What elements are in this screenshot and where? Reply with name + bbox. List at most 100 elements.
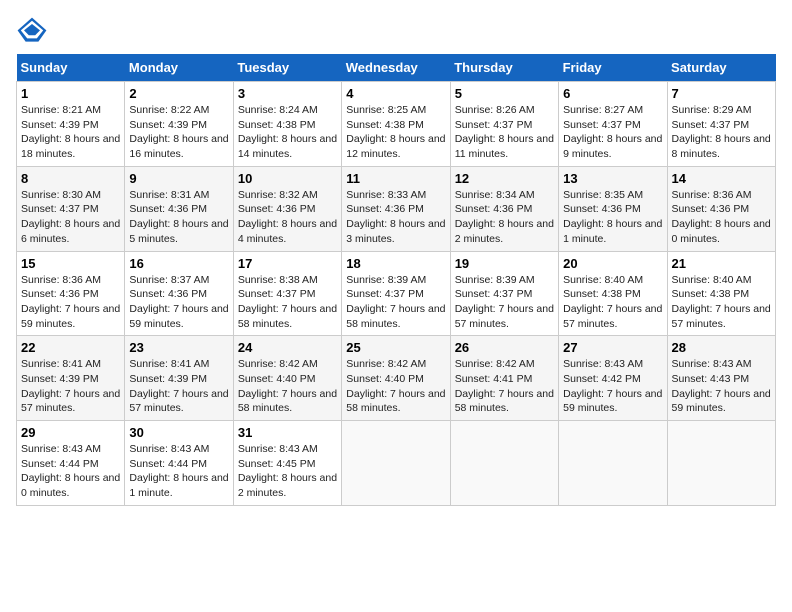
day-number: 24 <box>238 340 337 355</box>
day-header-saturday: Saturday <box>667 54 775 82</box>
calendar-cell <box>450 421 558 506</box>
day-number: 22 <box>21 340 120 355</box>
day-info: Sunrise: 8:29 AMSunset: 4:37 PMDaylight:… <box>672 103 771 162</box>
day-info: Sunrise: 8:22 AMSunset: 4:39 PMDaylight:… <box>129 103 228 162</box>
calendar-cell: 13 Sunrise: 8:35 AMSunset: 4:36 PMDayligh… <box>559 166 667 251</box>
day-number: 27 <box>563 340 662 355</box>
day-header-sunday: Sunday <box>17 54 125 82</box>
day-number: 18 <box>346 256 445 271</box>
day-number: 8 <box>21 171 120 186</box>
day-header-thursday: Thursday <box>450 54 558 82</box>
day-info: Sunrise: 8:31 AMSunset: 4:36 PMDaylight:… <box>129 188 228 247</box>
day-info: Sunrise: 8:35 AMSunset: 4:36 PMDaylight:… <box>563 188 662 247</box>
calendar-cell: 1 Sunrise: 8:21 AMSunset: 4:39 PMDaylight… <box>17 82 125 167</box>
day-info: Sunrise: 8:39 AMSunset: 4:37 PMDaylight:… <box>346 273 445 332</box>
day-number: 4 <box>346 86 445 101</box>
day-number: 30 <box>129 425 228 440</box>
calendar-week-4: 22 Sunrise: 8:41 AMSunset: 4:39 PMDayligh… <box>17 336 776 421</box>
day-info: Sunrise: 8:42 AMSunset: 4:41 PMDaylight:… <box>455 357 554 416</box>
day-number: 5 <box>455 86 554 101</box>
day-number: 12 <box>455 171 554 186</box>
day-number: 7 <box>672 86 771 101</box>
day-number: 11 <box>346 171 445 186</box>
calendar-cell: 31 Sunrise: 8:43 AMSunset: 4:45 PMDayligh… <box>233 421 341 506</box>
day-info: Sunrise: 8:43 AMSunset: 4:45 PMDaylight:… <box>238 442 337 501</box>
day-number: 14 <box>672 171 771 186</box>
calendar-cell: 23 Sunrise: 8:41 AMSunset: 4:39 PMDayligh… <box>125 336 233 421</box>
day-info: Sunrise: 8:36 AMSunset: 4:36 PMDaylight:… <box>21 273 120 332</box>
calendar-cell: 16Sunrise: 8:37 AMSunset: 4:36 PMDayligh… <box>125 251 233 336</box>
day-header-tuesday: Tuesday <box>233 54 341 82</box>
calendar-cell: 5 Sunrise: 8:26 AMSunset: 4:37 PMDaylight… <box>450 82 558 167</box>
calendar-cell: 20 Sunrise: 8:40 AMSunset: 4:38 PMDayligh… <box>559 251 667 336</box>
calendar-week-1: 1 Sunrise: 8:21 AMSunset: 4:39 PMDaylight… <box>17 82 776 167</box>
calendar-cell: 25Sunrise: 8:42 AMSunset: 4:40 PMDayligh… <box>342 336 450 421</box>
day-info: Sunrise: 8:40 AMSunset: 4:38 PMDaylight:… <box>563 273 662 332</box>
calendar-cell: 4 Sunrise: 8:25 AMSunset: 4:38 PMDaylight… <box>342 82 450 167</box>
calendar-cell: 21 Sunrise: 8:40 AMSunset: 4:38 PMDayligh… <box>667 251 775 336</box>
calendar-cell: 29Sunrise: 8:43 AMSunset: 4:44 PMDayligh… <box>17 421 125 506</box>
day-number: 28 <box>672 340 771 355</box>
day-info: Sunrise: 8:39 AMSunset: 4:37 PMDaylight:… <box>455 273 554 332</box>
calendar-cell: 12 Sunrise: 8:34 AMSunset: 4:36 PMDayligh… <box>450 166 558 251</box>
day-number: 13 <box>563 171 662 186</box>
day-info: Sunrise: 8:40 AMSunset: 4:38 PMDaylight:… <box>672 273 771 332</box>
calendar-cell <box>667 421 775 506</box>
day-number: 26 <box>455 340 554 355</box>
day-info: Sunrise: 8:34 AMSunset: 4:36 PMDaylight:… <box>455 188 554 247</box>
calendar-cell: 19 Sunrise: 8:39 AMSunset: 4:37 PMDayligh… <box>450 251 558 336</box>
day-info: Sunrise: 8:32 AMSunset: 4:36 PMDaylight:… <box>238 188 337 247</box>
day-number: 10 <box>238 171 337 186</box>
calendar-cell: 7 Sunrise: 8:29 AMSunset: 4:37 PMDaylight… <box>667 82 775 167</box>
calendar-cell: 11 Sunrise: 8:33 AMSunset: 4:36 PMDayligh… <box>342 166 450 251</box>
calendar-header-row: SundayMondayTuesdayWednesdayThursdayFrid… <box>17 54 776 82</box>
calendar-cell <box>342 421 450 506</box>
calendar-cell: 2 Sunrise: 8:22 AMSunset: 4:39 PMDaylight… <box>125 82 233 167</box>
calendar-cell: 9 Sunrise: 8:31 AMSunset: 4:36 PMDaylight… <box>125 166 233 251</box>
day-info: Sunrise: 8:43 AMSunset: 4:43 PMDaylight:… <box>672 357 771 416</box>
day-info: Sunrise: 8:43 AMSunset: 4:44 PMDaylight:… <box>129 442 228 501</box>
day-number: 20 <box>563 256 662 271</box>
logo <box>16 16 52 44</box>
calendar-cell: 15 Sunrise: 8:36 AMSunset: 4:36 PMDayligh… <box>17 251 125 336</box>
calendar-cell: 18 Sunrise: 8:39 AMSunset: 4:37 PMDayligh… <box>342 251 450 336</box>
calendar-week-5: 29 Sunrise: 8:43 AMSunset: 4:44 PMDayligh… <box>17 421 776 506</box>
day-info: Sunrise: 8:36 AMSunset: 4:36 PMDaylight:… <box>672 188 771 247</box>
day-number: 17 <box>238 256 337 271</box>
day-number: 15 <box>21 256 120 271</box>
day-number: 23 <box>129 340 228 355</box>
day-header-wednesday: Wednesday <box>342 54 450 82</box>
day-info: Sunrise: 8:43 AMSunset: 4:42 PMDaylight:… <box>563 357 662 416</box>
day-info: Sunrise: 8:25 AMSunset: 4:38 PMDaylight:… <box>346 103 445 162</box>
day-number: 9 <box>129 171 228 186</box>
calendar-cell: 26 Sunrise: 8:42 AMSunset: 4:41 PMDayligh… <box>450 336 558 421</box>
day-header-monday: Monday <box>125 54 233 82</box>
day-info: Sunrise: 8:21 AMSunset: 4:39 PMDaylight:… <box>21 103 120 162</box>
day-info: Sunrise: 8:33 AMSunset: 4:36 PMDaylight:… <box>346 188 445 247</box>
day-number: 31 <box>238 425 337 440</box>
calendar-cell: 30 Sunrise: 8:43 AMSunset: 4:44 PMDayligh… <box>125 421 233 506</box>
day-number: 19 <box>455 256 554 271</box>
calendar-cell <box>559 421 667 506</box>
day-info: Sunrise: 8:24 AMSunset: 4:38 PMDaylight:… <box>238 103 337 162</box>
page-header <box>16 16 776 44</box>
day-info: Sunrise: 8:26 AMSunset: 4:37 PMDaylight:… <box>455 103 554 162</box>
day-number: 21 <box>672 256 771 271</box>
day-number: 2 <box>129 86 228 101</box>
day-info: Sunrise: 8:41 AMSunset: 4:39 PMDaylight:… <box>21 357 120 416</box>
day-number: 25 <box>346 340 445 355</box>
day-header-friday: Friday <box>559 54 667 82</box>
calendar-cell: 10 Sunrise: 8:32 AMSunset: 4:36 PMDayligh… <box>233 166 341 251</box>
calendar-week-3: 15 Sunrise: 8:36 AMSunset: 4:36 PMDayligh… <box>17 251 776 336</box>
calendar-cell: 24Sunrise: 8:42 AMSunset: 4:40 PMDayligh… <box>233 336 341 421</box>
calendar-cell: 28 Sunrise: 8:43 AMSunset: 4:43 PMDayligh… <box>667 336 775 421</box>
calendar-cell: 17 Sunrise: 8:38 AMSunset: 4:37 PMDayligh… <box>233 251 341 336</box>
day-number: 1 <box>21 86 120 101</box>
day-number: 29 <box>21 425 120 440</box>
calendar-cell: 14 Sunrise: 8:36 AMSunset: 4:36 PMDayligh… <box>667 166 775 251</box>
calendar-week-2: 8 Sunrise: 8:30 AMSunset: 4:37 PMDaylight… <box>17 166 776 251</box>
day-info: Sunrise: 8:38 AMSunset: 4:37 PMDaylight:… <box>238 273 337 332</box>
day-info: Sunrise: 8:41 AMSunset: 4:39 PMDaylight:… <box>129 357 228 416</box>
day-info: Sunrise: 8:30 AMSunset: 4:37 PMDaylight:… <box>21 188 120 247</box>
day-number: 6 <box>563 86 662 101</box>
